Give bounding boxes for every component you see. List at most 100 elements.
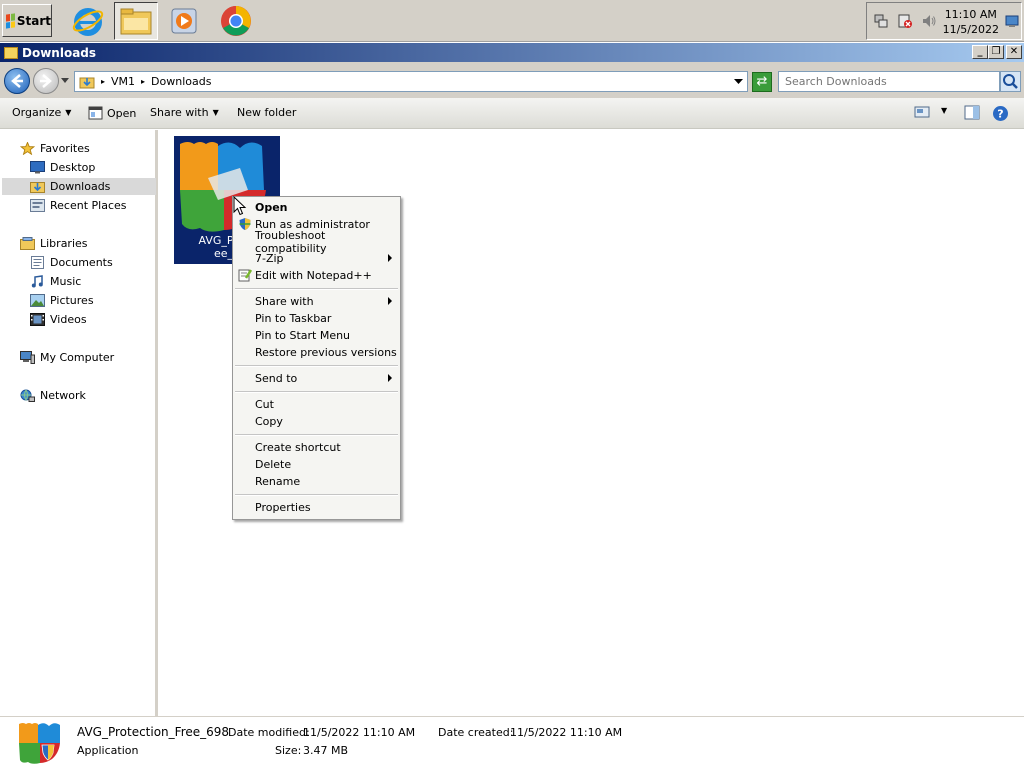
network-tray-icon[interactable] <box>873 13 889 29</box>
details-date-modified-value: 11/5/2022 11:10 AM <box>303 726 416 739</box>
preview-pane-icon <box>964 105 980 120</box>
taskbar-app-internet-explorer[interactable] <box>66 2 110 40</box>
back-button[interactable] <box>4 68 30 94</box>
address-bar-row: ▸ VM1 ▸ Downloads ⇄ <box>0 62 1024 98</box>
menu-item-cut[interactable]: Cut <box>235 396 398 413</box>
menu-item-troubleshoot-compatibility[interactable]: Troubleshoot compatibility <box>235 229 398 255</box>
search-input[interactable] <box>778 71 1000 92</box>
menu-item-pin-to-taskbar[interactable]: Pin to Taskbar <box>235 310 398 327</box>
volume-tray-icon[interactable] <box>921 13 937 29</box>
new-folder-button[interactable]: New folder <box>237 106 296 119</box>
change-view-button[interactable] <box>914 105 930 119</box>
nav-pictures[interactable]: Pictures <box>30 292 94 309</box>
nav-documents-label: Documents <box>50 256 113 269</box>
show-desktop-icon[interactable] <box>1005 15 1019 27</box>
view-options-icon <box>914 106 930 118</box>
breadcrumb-vm1[interactable]: VM1 <box>111 75 135 88</box>
nav-my-computer[interactable]: My Computer <box>20 349 114 366</box>
nav-favorites[interactable]: Favorites <box>20 140 90 157</box>
folder-icon <box>120 8 152 35</box>
start-button[interactable]: Start <box>2 4 52 37</box>
downloads-folder-icon <box>30 182 45 193</box>
menu-item-delete[interactable]: Delete <box>235 456 398 473</box>
menu-item-label: Rename <box>255 475 301 488</box>
new-folder-label: New folder <box>237 106 297 119</box>
application-window-icon <box>88 106 103 120</box>
search-button[interactable] <box>1000 71 1021 92</box>
start-label: Start <box>16 13 51 28</box>
breadcrumb-chevron-icon[interactable]: ▸ <box>141 77 145 86</box>
action-center-tray-icon[interactable] <box>897 13 913 29</box>
preview-pane-button[interactable] <box>964 105 980 120</box>
refresh-button[interactable]: ⇄ <box>752 72 772 92</box>
taskbar-app-windows-explorer[interactable] <box>114 2 158 40</box>
recent-places-icon <box>30 199 45 212</box>
submenu-arrow-icon <box>388 254 392 262</box>
help-button[interactable]: ? <box>992 105 1009 122</box>
menu-item-share-with[interactable]: Share with <box>235 293 398 310</box>
menu-item-edit-with-notepad[interactable]: Edit with Notepad++ <box>235 267 398 284</box>
computer-icon <box>20 351 35 364</box>
organize-menu[interactable]: Organize ▼ <box>12 106 71 119</box>
menu-item-7zip[interactable]: 7-Zip <box>235 250 398 267</box>
nav-pictures-label: Pictures <box>50 294 94 307</box>
nav-downloads[interactable]: Downloads <box>2 178 156 195</box>
notepad-plus-plus-icon <box>238 269 252 282</box>
nav-desktop[interactable]: Desktop <box>30 159 95 176</box>
nav-network[interactable]: Network <box>20 387 86 404</box>
breadcrumb-downloads[interactable]: Downloads <box>151 75 211 88</box>
media-player-icon <box>171 8 197 34</box>
internet-explorer-icon <box>72 8 104 36</box>
details-date-created-value: 11/5/2022 11:10 AM <box>510 726 623 739</box>
nav-videos-label: Videos <box>50 313 87 326</box>
menu-item-create-shortcut[interactable]: Create shortcut <box>235 439 398 456</box>
chrome-icon <box>221 6 251 36</box>
music-icon <box>31 275 43 288</box>
open-label: Open <box>107 106 137 120</box>
folder-icon <box>4 46 18 59</box>
address-box[interactable]: ▸ VM1 ▸ Downloads <box>74 71 748 92</box>
menu-item-pin-to-start-menu[interactable]: Pin to Start Menu <box>235 327 398 344</box>
minimize-button[interactable]: _ <box>972 45 988 59</box>
menu-item-label: Create shortcut <box>255 441 341 454</box>
menu-separator <box>235 434 398 436</box>
documents-icon <box>31 256 44 269</box>
menu-item-open[interactable]: Open <box>235 199 398 216</box>
menu-item-rename[interactable]: Rename <box>235 473 398 490</box>
view-dropdown[interactable]: ▼ <box>941 106 947 115</box>
command-bar: Organize ▼ Open Share with ▼ New folder … <box>0 98 1024 129</box>
taskbar-app-media-player[interactable] <box>162 2 206 40</box>
share-with-menu[interactable]: Share with ▼ <box>150 106 219 119</box>
clock[interactable]: 11:10 AM 11/5/2022 <box>943 7 999 37</box>
menu-item-restore-previous-versions[interactable]: Restore previous versions <box>235 344 398 361</box>
network-icon <box>20 389 35 402</box>
nav-music[interactable]: Music <box>30 273 81 290</box>
menu-item-label: Open <box>255 201 288 214</box>
close-button[interactable]: ✕ <box>1006 45 1022 59</box>
window-title-bar[interactable]: Downloads _ ❐ ✕ <box>0 43 1024 62</box>
nav-libraries[interactable]: Libraries <box>20 235 88 252</box>
mouse-pointer-icon <box>233 196 247 216</box>
open-button[interactable]: Open <box>88 106 136 120</box>
taskbar-app-chrome[interactable] <box>214 2 258 40</box>
restore-button[interactable]: ❐ <box>988 45 1004 59</box>
desktop-icon <box>30 161 45 174</box>
nav-favorites-label: Favorites <box>40 142 90 155</box>
search-icon <box>1003 74 1018 89</box>
forward-button[interactable] <box>33 68 59 94</box>
menu-item-properties[interactable]: Properties <box>235 499 398 516</box>
svg-text:?: ? <box>997 108 1003 121</box>
system-tray: 11:10 AM 11/5/2022 <box>866 2 1022 40</box>
nav-videos[interactable]: Videos <box>30 311 87 328</box>
nav-documents[interactable]: Documents <box>30 254 113 271</box>
menu-item-copy[interactable]: Copy <box>235 413 398 430</box>
taskbar: Start 11:10 AM 11/5/2022 <box>0 0 1024 42</box>
breadcrumb-chevron-icon[interactable]: ▸ <box>101 77 105 86</box>
chevron-down-icon: ▼ <box>65 108 72 117</box>
star-icon <box>20 142 35 155</box>
nav-recent-places[interactable]: Recent Places <box>30 197 127 214</box>
recent-pages-dropdown-icon[interactable] <box>61 78 69 84</box>
address-dropdown-icon[interactable] <box>734 79 743 85</box>
menu-item-send-to[interactable]: Send to <box>235 370 398 387</box>
menu-item-label: Send to <box>255 372 298 385</box>
